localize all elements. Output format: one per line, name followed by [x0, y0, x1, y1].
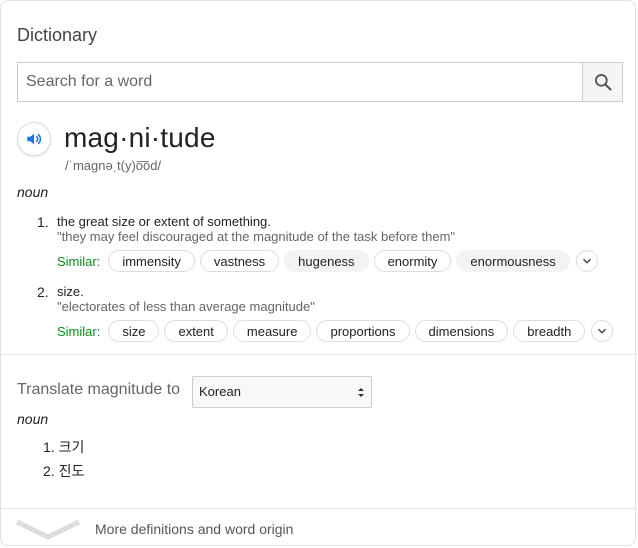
expand-similar-button[interactable]: [575, 250, 598, 272]
definition-number: 2.: [37, 284, 49, 300]
similar-words-row: Similar: immensity vastness hugeness eno…: [57, 250, 598, 272]
translation-item: 1. 크기: [43, 437, 84, 457]
search-input[interactable]: [18, 63, 582, 101]
chevron-down-icon: [582, 258, 591, 264]
translation-text: 크기: [58, 439, 85, 455]
dictionary-card: Dictionary mag·ni·tude /ˈmaɡnəˌt(y)o͞od/…: [0, 0, 637, 546]
search-bar: [17, 62, 623, 102]
language-select-value: Korean: [199, 384, 241, 399]
part-of-speech: noun: [17, 184, 49, 200]
definition-text: the great size or extent of something.: [57, 214, 271, 229]
translate-label: Translate magnitude to: [17, 381, 181, 398]
definition-text: size.: [57, 284, 84, 299]
headword: mag·ni·tude: [64, 122, 216, 153]
translation-number: 1.: [43, 439, 55, 455]
language-select[interactable]: Korean: [192, 376, 372, 408]
divider: [1, 354, 637, 355]
similar-chip[interactable]: vastness: [199, 250, 280, 272]
translate-part-of-speech: noun: [17, 411, 49, 427]
similar-chip[interactable]: measure: [232, 320, 312, 342]
similar-chip[interactable]: dimensions: [414, 320, 509, 342]
definition-number: 1.: [37, 214, 49, 230]
expand-similar-button[interactable]: [591, 320, 614, 342]
pronounce-button[interactable]: [17, 122, 51, 156]
card-title: Dictionary: [17, 25, 98, 45]
select-arrows-icon: [358, 388, 364, 397]
expand-more-icon[interactable]: [15, 519, 81, 541]
chevron-down-icon: [598, 328, 607, 334]
similar-chip[interactable]: enormousness: [456, 250, 570, 272]
more-definitions-link[interactable]: More definitions and word origin: [95, 521, 293, 537]
translation-item: 2. 진도: [43, 461, 84, 481]
similar-chip[interactable]: proportions: [316, 320, 410, 342]
pronunciation: /ˈmaɡnəˌt(y)o͞od/: [65, 158, 162, 173]
divider: [1, 508, 637, 509]
similar-chip[interactable]: hugeness: [284, 250, 369, 272]
search-icon: [594, 74, 612, 91]
search-button[interactable]: [582, 63, 622, 101]
translation-text: 진도: [58, 463, 85, 479]
similar-words-row: Similar: size extent measure proportions…: [57, 320, 614, 342]
similar-chip[interactable]: immensity: [108, 250, 195, 272]
similar-chip[interactable]: enormity: [373, 250, 452, 272]
similar-chip[interactable]: size: [108, 320, 160, 342]
definition-example: "electorates of less than average magnit…: [57, 299, 315, 314]
similar-chip[interactable]: extent: [164, 320, 228, 342]
similar-label: Similar:: [57, 323, 101, 339]
similar-label: Similar:: [57, 253, 101, 269]
speaker-icon: [27, 133, 42, 145]
similar-chip[interactable]: breadth: [513, 320, 586, 342]
definition-example: "they may feel discouraged at the magnit…: [57, 229, 456, 244]
translation-number: 2.: [43, 463, 55, 479]
